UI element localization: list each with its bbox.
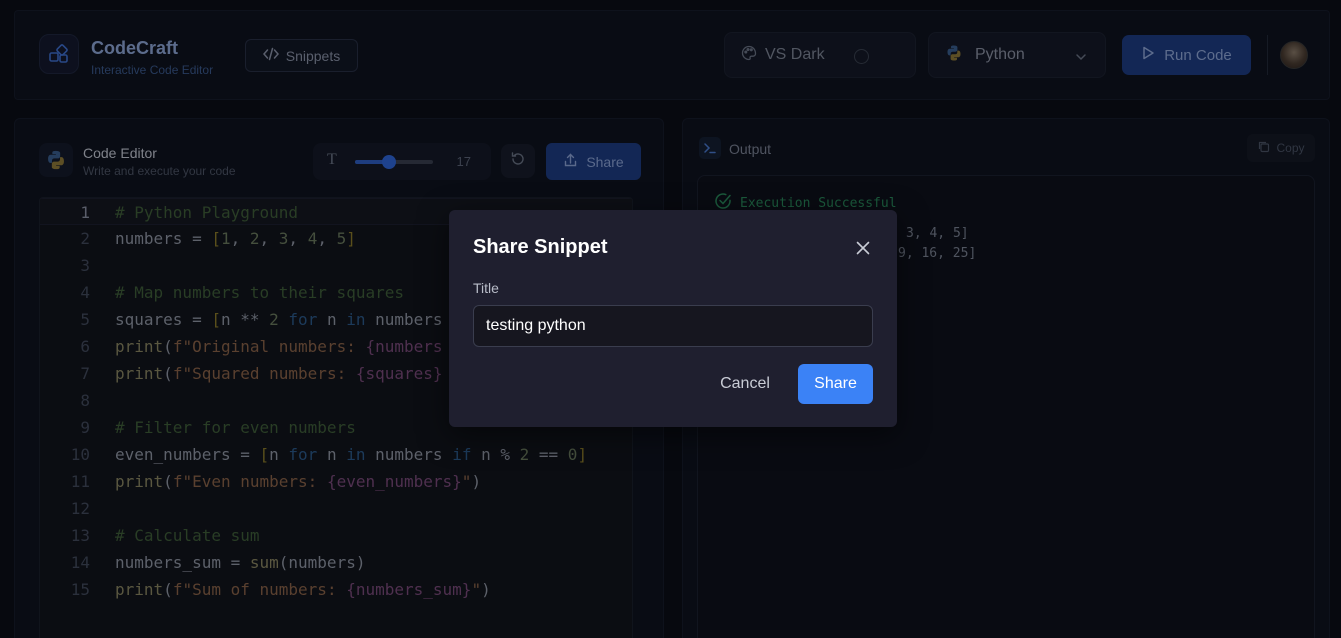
share-confirm-button[interactable]: Share (798, 364, 873, 404)
title-input[interactable] (473, 305, 873, 347)
dialog-title: Share Snippet (473, 236, 608, 258)
cancel-button[interactable]: Cancel (704, 364, 786, 404)
close-icon[interactable] (854, 239, 872, 257)
title-field-label: Title (473, 280, 499, 296)
share-snippet-dialog: Share Snippet Title Cancel Share (449, 210, 897, 427)
